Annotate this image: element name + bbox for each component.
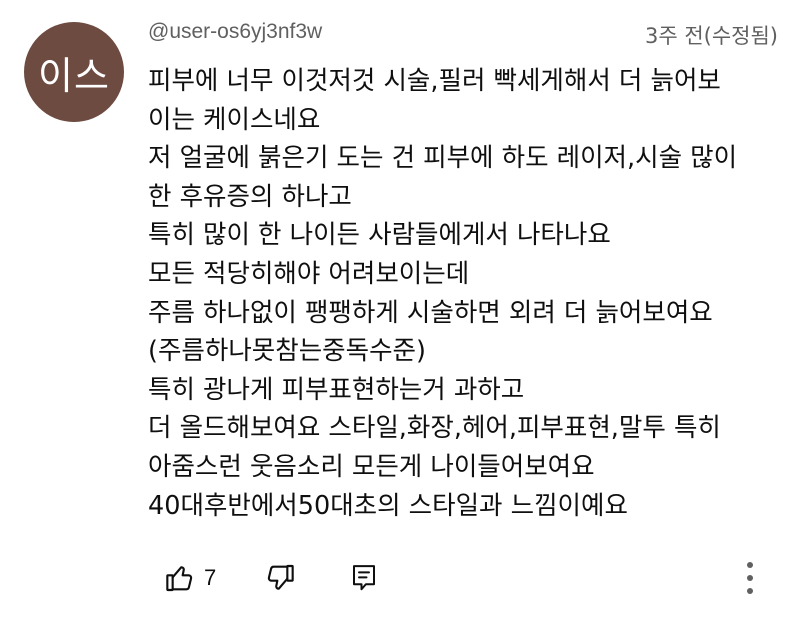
comment-line: 이는 케이스네요	[148, 104, 321, 135]
like-count: 7	[204, 565, 217, 590]
comment-body: 피부에 너무 이것저것 시술,필러 빡세게해서 더 늙어보 이는 케이스네요 저…	[148, 62, 788, 525]
comment-line: 특히 많이 한 나이든 사람들에게서 나타나요	[148, 220, 611, 251]
comment-line: 피부에 너무 이것저것 시술,필러 빡세게해서 더 늙어보	[148, 66, 721, 96]
avatar-initials: 이스	[38, 53, 110, 98]
thumbs-down-icon	[264, 562, 296, 594]
comment-line: 한 후유증의 하나고	[148, 181, 352, 212]
comment-line: 더 올드해보여요 스타일,화장,헤어,피부표현,말투 특히	[148, 413, 721, 444]
comment-line: 40대후반에서50대초의 스타일과 느낌이예요	[148, 490, 628, 521]
comment-line: (주름하나못참는중독수준)	[148, 336, 426, 367]
reply-button[interactable]	[350, 558, 378, 598]
comment-line: 저 얼굴에 붉은기 도는 건 피부에 하도 레이저,시술 많이	[148, 143, 738, 174]
like-button[interactable]: 7	[164, 558, 216, 598]
comment-actions: 7	[0, 548, 800, 608]
author-handle[interactable]: @user-os6yj3nf3w	[148, 20, 322, 44]
comment-line: 모든 적당히해야 어려보이는데	[148, 258, 470, 289]
more-options-button[interactable]	[738, 556, 762, 600]
comment-card: 이스 @user-os6yj3nf3w 3주 전(수정됨) 피부에 너무 이것저…	[0, 0, 800, 617]
dislike-button[interactable]	[264, 558, 296, 598]
comment-header: @user-os6yj3nf3w 3주 전(수정됨)	[148, 20, 788, 56]
comment-line: 특히 광나게 피부표현하는거 과하고	[148, 374, 525, 405]
timestamp[interactable]: 3주 전(수정됨)	[645, 20, 778, 50]
thumbs-up-icon	[164, 562, 196, 594]
comment-line: 주름 하나없이 팽팽하게 시술하면 외려 더 늙어보여요	[148, 297, 713, 328]
avatar[interactable]: 이스	[24, 22, 124, 122]
reply-icon	[350, 563, 378, 593]
comment-line: 아줌스런 웃음소리 모든게 나이들어보여요	[148, 451, 595, 482]
more-vertical-icon	[746, 560, 754, 596]
